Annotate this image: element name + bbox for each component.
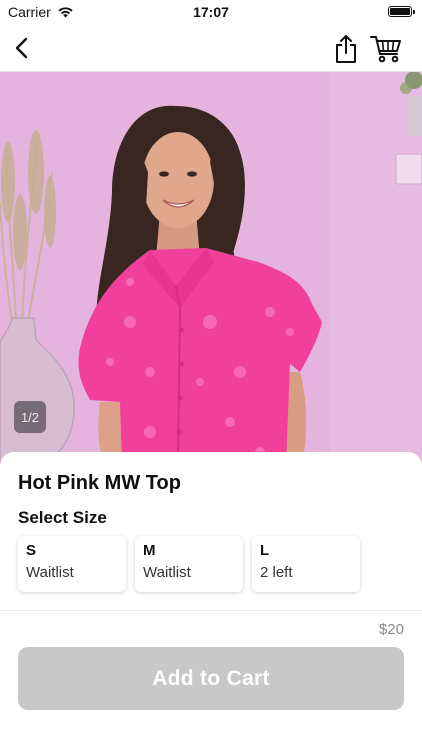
back-button[interactable]	[6, 32, 38, 64]
size-options: S Waitlist M Waitlist L 2 left	[18, 536, 360, 592]
product-photo	[0, 72, 422, 464]
product-image-gallery[interactable]: 1/2	[0, 72, 422, 464]
size-name: S	[26, 542, 37, 559]
cart-button[interactable]	[368, 32, 404, 66]
size-name: L	[260, 542, 270, 559]
battery-icon	[388, 6, 415, 17]
size-status: 2 left	[260, 564, 293, 581]
size-status: Waitlist	[143, 564, 191, 581]
share-button[interactable]	[330, 32, 362, 66]
status-bar: Carrier 17:07	[0, 0, 422, 24]
size-option-l[interactable]: L 2 left	[252, 536, 360, 592]
size-heading: Select Size	[18, 508, 107, 527]
share-icon	[336, 35, 356, 63]
purchase-footer: $20 Add to Cart	[0, 610, 422, 750]
size-option-s[interactable]: S Waitlist	[18, 536, 126, 592]
size-name: M	[143, 542, 156, 559]
cart-icon	[370, 36, 401, 63]
size-option-m[interactable]: M Waitlist	[135, 536, 243, 592]
size-status: Waitlist	[26, 564, 74, 581]
add-to-cart-button[interactable]: Add to Cart	[18, 647, 404, 710]
nav-bar	[0, 24, 422, 72]
product-title: Hot Pink MW Top	[18, 472, 181, 494]
status-time: 17:07	[193, 4, 229, 20]
chevron-left-icon	[15, 37, 28, 59]
product-details-sheet: Hot Pink MW Top Select Size S Waitlist M…	[0, 452, 422, 612]
product-price: $20	[378, 621, 404, 638]
image-page-indicator: 1/2	[14, 401, 46, 433]
